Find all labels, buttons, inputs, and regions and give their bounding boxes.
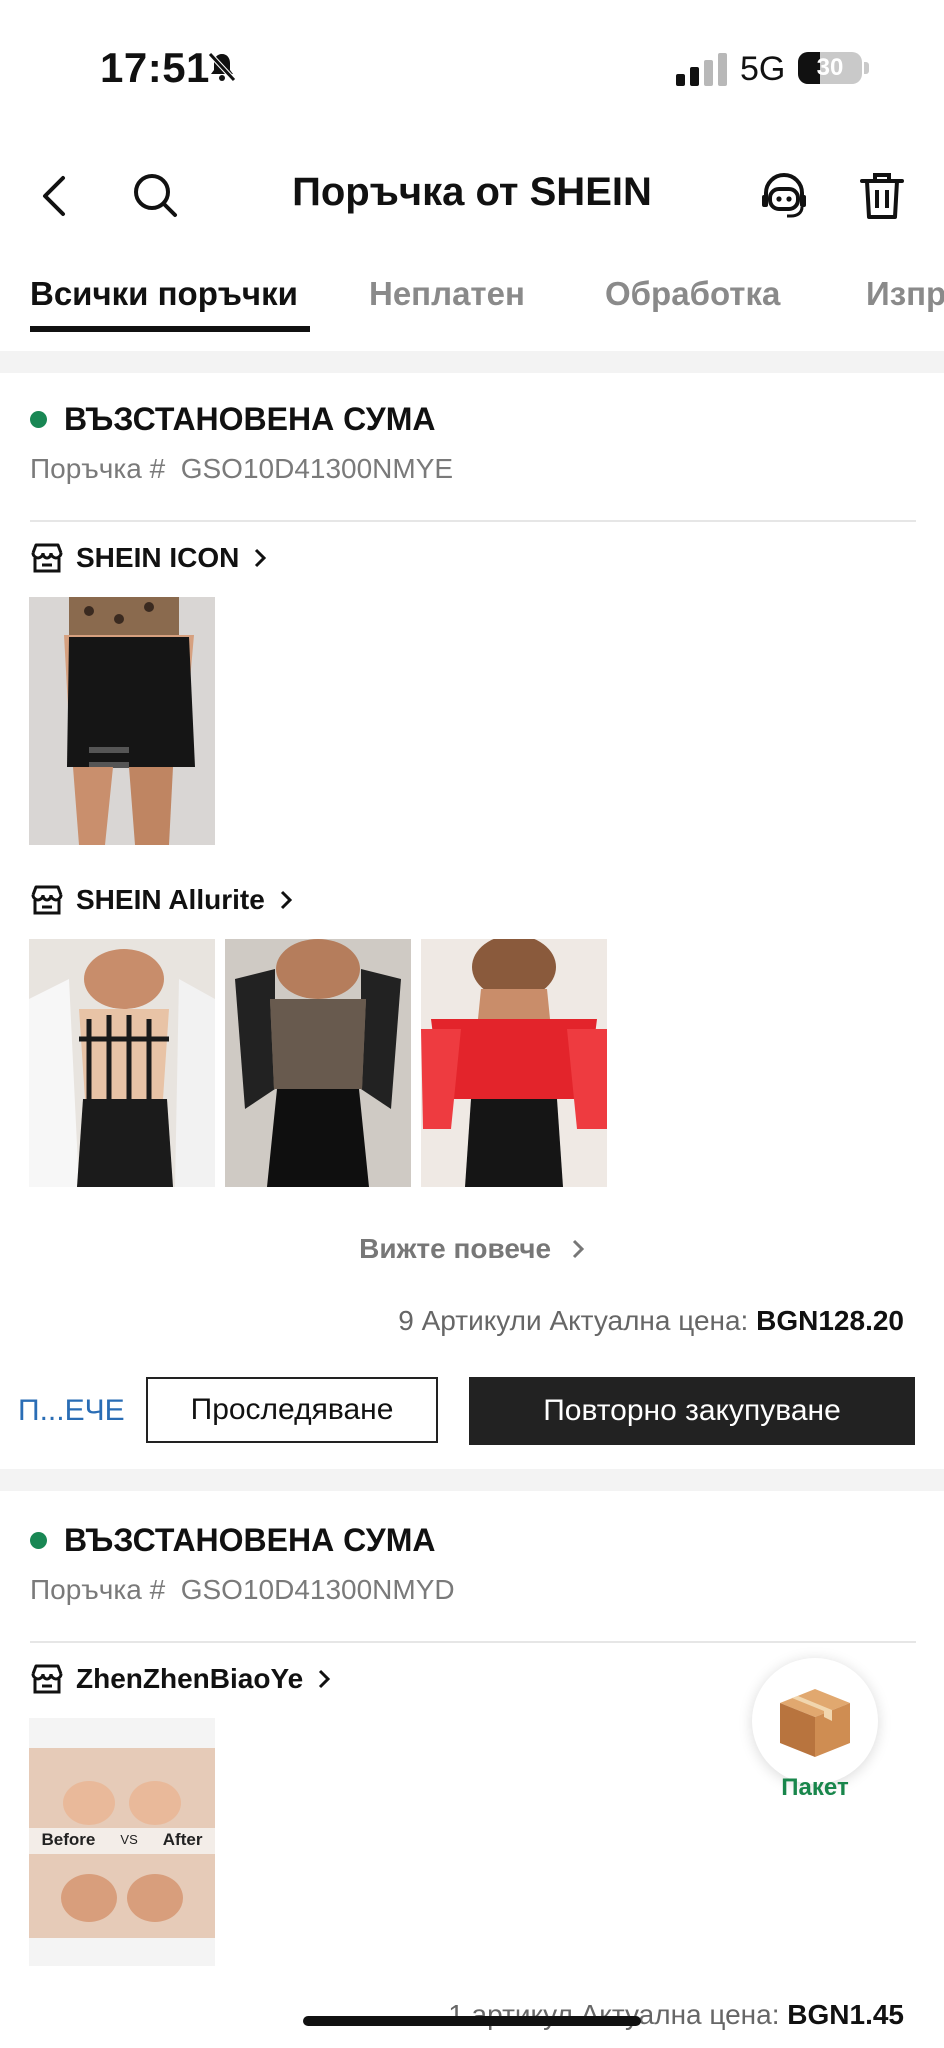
- customer-service-button[interactable]: [756, 168, 812, 224]
- tab-processing[interactable]: Обработка: [605, 275, 780, 313]
- delete-button[interactable]: [854, 168, 910, 224]
- order-number-value: GSO10D41300NMYE: [180, 453, 454, 484]
- order-status: ВЪЗСТАНОВЕНА СУМА: [30, 1522, 435, 1559]
- product-image[interactable]: [29, 939, 215, 1187]
- battery-level: 30: [816, 54, 844, 81]
- order-summary: 1 артикул Актуална цена: BGN1.45: [448, 1999, 904, 2031]
- rebuy-button[interactable]: Повторно закупуване: [469, 1377, 915, 1445]
- home-indicator[interactable]: [303, 2016, 641, 2026]
- summary-price: BGN1.45: [787, 1999, 904, 2030]
- trash-icon: [860, 173, 904, 219]
- chevron-right-icon: [255, 548, 267, 568]
- battery-icon: 30: [798, 52, 862, 84]
- store-name: ZhenZhenBiaoYe: [76, 1663, 304, 1694]
- order-number-value: GSO10D41300NMYD: [180, 1574, 455, 1605]
- chevron-right-icon: [572, 1239, 584, 1259]
- before-label: Before: [41, 1830, 96, 1849]
- after-label: After: [162, 1830, 203, 1849]
- order-status-label: ВЪЗСТАНОВЕНА СУМА: [64, 1522, 436, 1558]
- network-label: 5G: [740, 50, 786, 88]
- more-options-link[interactable]: П...ЕЧЕ: [18, 1378, 125, 1444]
- order-number-label: Поръчка #: [30, 1574, 166, 1605]
- order-summary: 9 Артикули Актуална цена: BGN128.20: [398, 1305, 904, 1337]
- store-name: SHEIN Allurite: [76, 884, 265, 915]
- see-more-link[interactable]: Вижте повече: [0, 1233, 944, 1265]
- section-divider: [0, 351, 944, 373]
- store-icon: [31, 543, 63, 573]
- tab-unpaid[interactable]: Неплатен: [369, 275, 525, 313]
- product-image-caption: Before VS After: [29, 1830, 215, 1850]
- section-divider: [0, 1469, 944, 1491]
- active-tab-indicator: [30, 326, 310, 332]
- tab-shipped[interactable]: Изпр: [866, 275, 944, 313]
- store-link-zhenzhenbiaoye[interactable]: ZhenZhenBiaoYe: [30, 1663, 331, 1695]
- product-image[interactable]: [421, 939, 607, 1187]
- order-number: Поръчка # GSO10D41300NMYE: [30, 453, 453, 485]
- store-link-shein-icon[interactable]: SHEIN ICON: [30, 542, 267, 574]
- battery-cap: [864, 62, 869, 74]
- summary-price: BGN128.20: [756, 1305, 904, 1336]
- order-status-label: ВЪЗСТАНОВЕНА СУМА: [64, 401, 436, 437]
- status-dot: [30, 1532, 47, 1549]
- divider: [30, 520, 916, 522]
- divider: [30, 1641, 916, 1643]
- order-number-label: Поръчка #: [30, 453, 166, 484]
- headset-icon: [762, 172, 806, 218]
- package-label: Пакет: [781, 1774, 849, 1801]
- vs-label: VS: [120, 1832, 138, 1847]
- store-icon: [31, 885, 63, 915]
- store-name: SHEIN ICON: [76, 542, 240, 573]
- summary-text: 9 Артикули Актуална цена:: [398, 1305, 749, 1336]
- bell-muted-icon: [205, 50, 239, 89]
- chevron-right-icon: [319, 1669, 331, 1689]
- product-image[interactable]: Before VS After: [29, 1718, 215, 1966]
- order-status: ВЪЗСТАНОВЕНА СУМА: [30, 401, 435, 438]
- status-time: 17:51: [100, 44, 210, 91]
- package-icon: [780, 1689, 850, 1757]
- status-dot: [30, 411, 47, 428]
- product-image[interactable]: [225, 939, 411, 1187]
- order-number: Поръчка # GSO10D41300NMYD: [30, 1574, 455, 1606]
- signal-icon: [676, 52, 727, 86]
- package-button[interactable]: [752, 1658, 878, 1784]
- product-image[interactable]: [29, 597, 215, 845]
- see-more-label: Вижте повече: [359, 1233, 552, 1264]
- chevron-right-icon: [280, 890, 292, 910]
- store-link-shein-allurite[interactable]: SHEIN Allurite: [30, 884, 293, 916]
- tab-all-orders[interactable]: Всички поръчки: [30, 275, 298, 313]
- track-button[interactable]: Проследяване: [146, 1377, 438, 1443]
- store-icon: [31, 1664, 63, 1694]
